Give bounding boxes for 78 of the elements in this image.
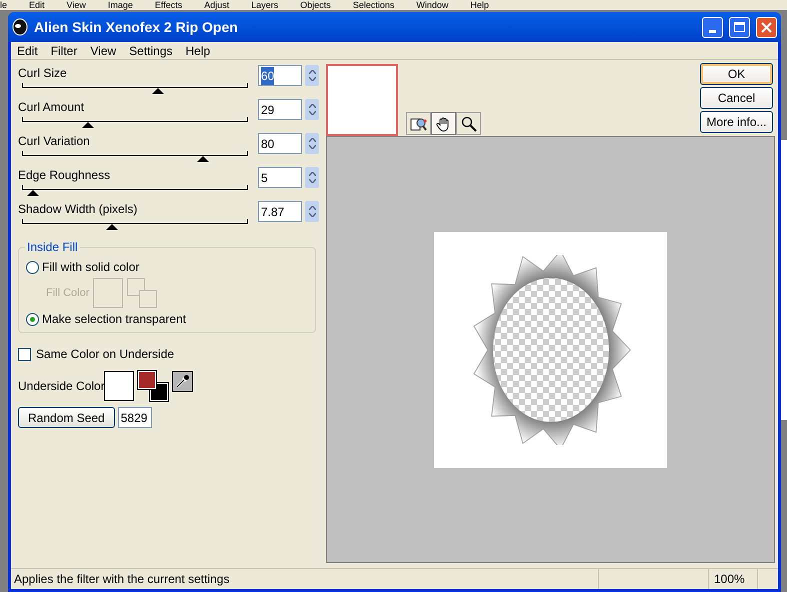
slider-track[interactable] bbox=[22, 185, 248, 196]
maximize-button[interactable] bbox=[729, 16, 750, 38]
slider-thumb[interactable] bbox=[106, 224, 118, 230]
fill-color-label: Fill Color bbox=[46, 286, 90, 301]
value-field[interactable]: 80 bbox=[258, 133, 302, 154]
checkbox-label: Same Color on Underside bbox=[36, 346, 174, 363]
maximize-icon bbox=[734, 22, 745, 32]
underside-color-label: Underside Color bbox=[18, 378, 104, 395]
hand-icon bbox=[436, 116, 452, 132]
radio-button[interactable] bbox=[26, 260, 39, 274]
tool-button[interactable] bbox=[456, 112, 481, 135]
slider-thumb[interactable] bbox=[196, 156, 209, 162]
radio-button[interactable] bbox=[26, 312, 39, 326]
search-icon bbox=[460, 116, 476, 132]
spin-buttons[interactable] bbox=[305, 65, 319, 86]
slider-label: Curl Amount bbox=[18, 100, 86, 114]
minimize-icon bbox=[709, 30, 716, 32]
spin-buttons[interactable] bbox=[305, 133, 319, 154]
slider-thumb[interactable] bbox=[27, 190, 40, 196]
app-menu-item[interactable]: Image bbox=[108, 0, 133, 10]
spin-buttons[interactable] bbox=[305, 201, 319, 222]
color-pair-icon[interactable] bbox=[138, 371, 168, 401]
slider-track[interactable] bbox=[22, 83, 248, 94]
window-title: Alien Skin Xenofex 2 Rip Open bbox=[34, 18, 239, 37]
spin-buttons[interactable] bbox=[305, 99, 319, 120]
color-swatch[interactable] bbox=[93, 278, 124, 308]
random-seed-button[interactable]: Random Seed bbox=[18, 407, 115, 428]
thumbnail-preview bbox=[326, 64, 398, 136]
app-menu-item[interactable]: Window bbox=[416, 0, 448, 10]
app-menu-item[interactable]: View bbox=[66, 0, 86, 10]
radio-label: Fill with solid color bbox=[42, 259, 140, 276]
dialog-button[interactable]: OK bbox=[700, 63, 773, 85]
value-field[interactable]: 7.87 bbox=[258, 201, 302, 222]
app-menu-item[interactable]: Effects bbox=[154, 0, 182, 10]
close-button[interactable] bbox=[756, 16, 777, 38]
app-menu-item[interactable]: le bbox=[0, 0, 8, 10]
checkbox[interactable] bbox=[18, 348, 31, 360]
menu-item[interactable]: View bbox=[90, 42, 116, 60]
app-menu-item[interactable]: Selections bbox=[352, 0, 394, 10]
slider-thumb[interactable] bbox=[152, 88, 164, 94]
compare-icon bbox=[410, 116, 428, 132]
tool-button[interactable] bbox=[406, 112, 431, 135]
zoom-level: 100% bbox=[708, 569, 758, 589]
slider-label: Shadow Width (pixels) bbox=[18, 202, 138, 216]
slider-thumb[interactable] bbox=[82, 122, 94, 128]
app-menu-item[interactable]: Objects bbox=[300, 0, 331, 10]
status-message: Applies the filter with the current settings bbox=[13, 571, 230, 588]
close-icon bbox=[761, 22, 772, 32]
swap-colors-icon bbox=[127, 278, 158, 308]
slider-label: Curl Size bbox=[18, 66, 68, 80]
slider-track[interactable] bbox=[22, 117, 248, 128]
minimize-button[interactable] bbox=[702, 16, 723, 38]
slider-track[interactable] bbox=[22, 151, 248, 162]
eyedropper-button[interactable] bbox=[172, 371, 193, 392]
value-field[interactable]: 5 bbox=[258, 167, 302, 188]
menu-item[interactable]: Filter bbox=[50, 42, 78, 60]
dialog-button[interactable]: More info... bbox=[700, 111, 773, 133]
spin-buttons[interactable] bbox=[305, 167, 319, 188]
dialog-button[interactable]: Cancel bbox=[700, 87, 773, 109]
value-field[interactable]: 60 bbox=[258, 65, 302, 86]
app-menu-item[interactable]: Adjust bbox=[204, 0, 230, 10]
value-field[interactable]: 29 bbox=[258, 99, 302, 120]
menu-item[interactable]: Edit bbox=[17, 42, 38, 60]
color-swatch[interactable] bbox=[104, 371, 134, 401]
slider-label: Edge Roughness bbox=[18, 168, 112, 182]
slider-track[interactable] bbox=[22, 219, 248, 230]
radio-label: Make selection transparent bbox=[42, 311, 186, 328]
slider-label: Curl Variation bbox=[18, 134, 91, 148]
app-menu-item[interactable]: Help bbox=[470, 0, 489, 10]
menu-item[interactable]: Settings bbox=[129, 42, 173, 60]
seed-field[interactable]: 5829 bbox=[118, 407, 152, 428]
tool-button[interactable] bbox=[431, 112, 456, 135]
app-logo-icon bbox=[12, 18, 28, 36]
group-title: Inside Fill bbox=[25, 240, 80, 254]
app-menu-item[interactable]: Edit bbox=[29, 0, 45, 10]
app-menu-item[interactable]: Layers bbox=[251, 0, 278, 10]
menu-item[interactable]: Help bbox=[186, 42, 210, 60]
eyedropper-icon bbox=[175, 374, 190, 389]
